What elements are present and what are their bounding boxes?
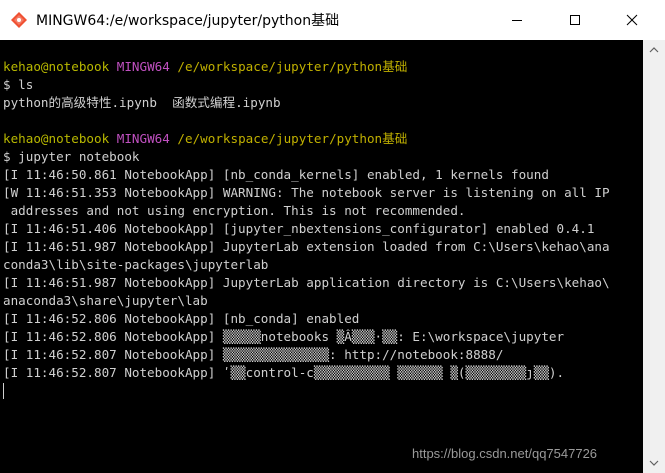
minimize-button[interactable] <box>494 0 540 40</box>
log-line: addresses and not using encryption. This… <box>3 203 466 218</box>
log-line: conda3\lib\site-packages\jupyterlab <box>3 257 269 272</box>
log-line: [I 11:46:52.806 NotebookApp] ▒▒▒▒▒notebo… <box>3 329 565 344</box>
log-line: [I 11:46:52.806 NotebookApp] [nb_conda] … <box>3 311 360 326</box>
prompt-user: kehao@notebook <box>3 59 110 74</box>
cursor-line <box>3 382 643 400</box>
command-line: $ ls <box>3 77 34 92</box>
prompt-path: /e/workspace/jupyter/python基础 <box>177 131 408 146</box>
minimize-icon <box>512 20 522 21</box>
window-title: MINGW64:/e/workspace/jupyter/python基础 <box>36 13 340 29</box>
git-bash-diamond-icon <box>11 12 27 28</box>
scroll-down-icon[interactable] <box>649 459 659 467</box>
watermark: https://blog.csdn.net/qq7547726 <box>412 446 598 461</box>
log-line: [I 11:46:52.807 NotebookApp] ▒▒▒▒▒▒▒▒▒▒▒… <box>3 347 504 362</box>
log-line: [I 11:46:52.807 NotebookApp] ʹ▒▒control-… <box>3 365 565 380</box>
prompt-line: kehao@notebook MINGW64 /e/workspace/jupy… <box>3 130 643 148</box>
log-line: [I 11:46:51.987 NotebookApp] JupyterLab … <box>3 239 610 254</box>
log-line: [I 11:46:51.406 NotebookApp] [jupyter_nb… <box>3 221 595 236</box>
prompt-user: kehao@notebook <box>3 131 110 146</box>
prompt-line: kehao@notebook MINGW64 /e/workspace/jupy… <box>3 58 643 76</box>
title-bar[interactable]: MINGW64:/e/workspace/jupyter/python基础 <box>0 0 665 40</box>
output-line: python的高级特性.ipynb 函数式编程.ipynb <box>3 95 281 110</box>
prompt-env: MINGW64 <box>116 131 170 146</box>
prompt-path: /e/workspace/jupyter/python基础 <box>177 59 408 74</box>
log-line: [I 11:46:51.987 NotebookApp] JupyterLab … <box>3 275 610 290</box>
vertical-scrollbar[interactable] <box>643 40 665 473</box>
prompt-env: MINGW64 <box>116 59 170 74</box>
scroll-up-icon[interactable] <box>649 46 659 54</box>
text-cursor <box>3 383 4 399</box>
close-icon <box>626 14 638 26</box>
log-line: anaconda3\share\jupyter\lab <box>3 293 208 308</box>
maximize-icon <box>570 15 580 25</box>
log-line: [W 11:46:51.353 NotebookApp] WARNING: Th… <box>3 185 610 200</box>
maximize-button[interactable] <box>552 0 598 40</box>
close-button[interactable] <box>609 0 655 40</box>
terminal-output[interactable]: kehao@notebook MINGW64 /e/workspace/jupy… <box>0 40 643 473</box>
command-line: $ jupyter notebook <box>3 149 140 164</box>
log-line: [I 11:46:50.861 NotebookApp] [nb_conda_k… <box>3 167 549 182</box>
